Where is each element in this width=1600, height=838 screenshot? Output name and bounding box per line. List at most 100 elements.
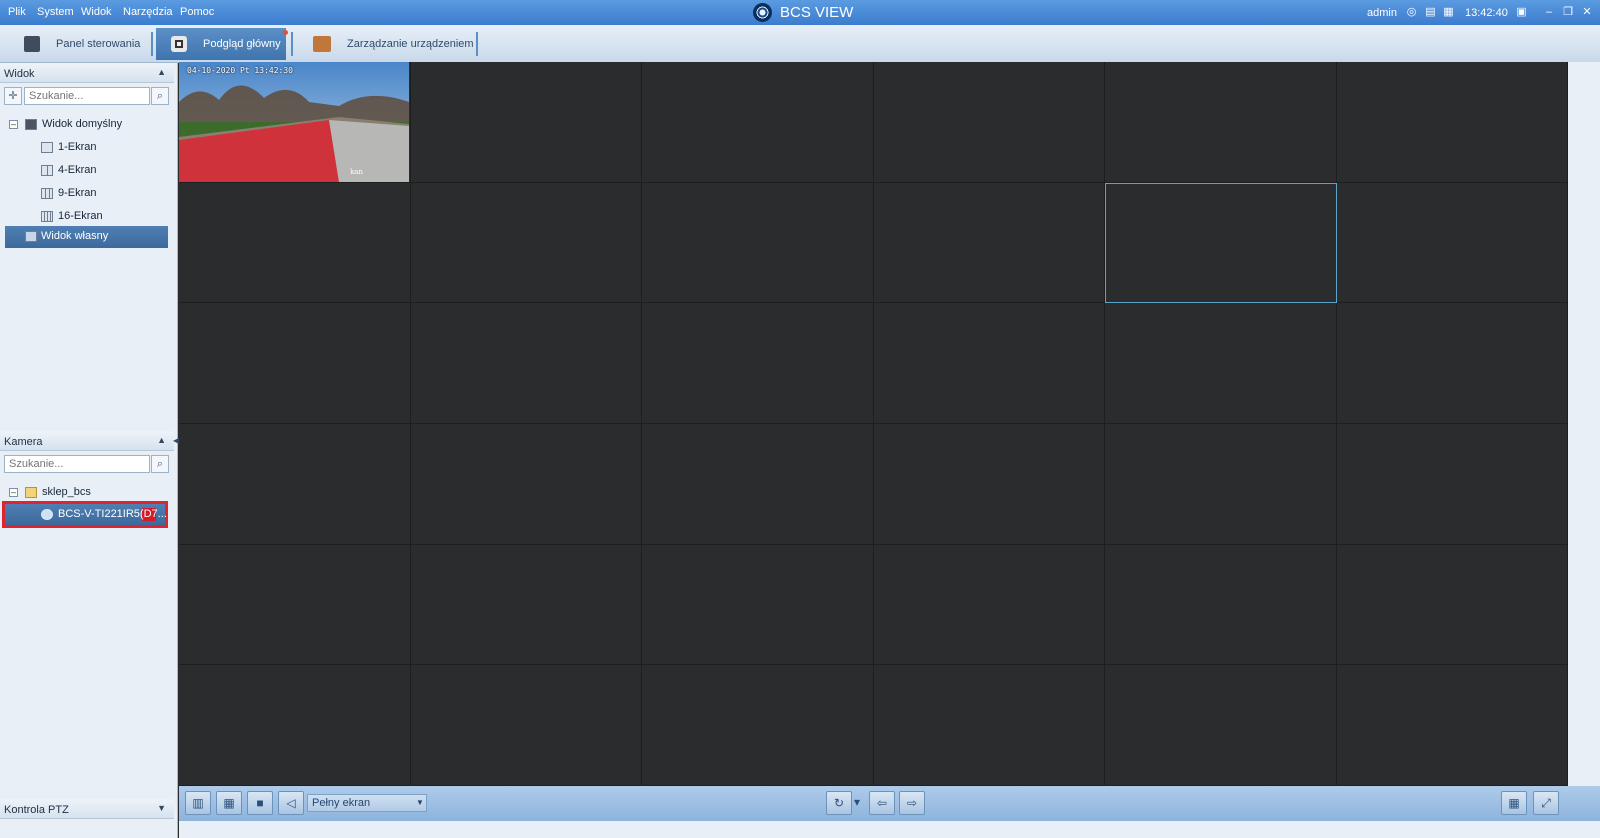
chevron-up-icon[interactable]: ▲ [157, 435, 166, 445]
video-cell[interactable] [1336, 544, 1568, 666]
video-cell[interactable] [410, 182, 642, 304]
layout-1-icon [41, 142, 53, 153]
camera-icon [171, 36, 187, 52]
video-cell[interactable] [1336, 182, 1568, 304]
view-section-header[interactable]: Widok ▲ [0, 63, 174, 83]
video-cell[interactable] [179, 182, 411, 304]
video-cell[interactable] [642, 424, 874, 545]
network-icon[interactable]: ▦ [1442, 6, 1455, 18]
ptz-section-header[interactable]: Kontrola PTZ ▼ [0, 799, 174, 819]
search-icon[interactable]: ⌕ [151, 87, 169, 105]
layout-9-icon [41, 188, 53, 199]
video-cell[interactable] [873, 665, 1105, 786]
tree-item-1-screen[interactable]: 1-Ekran [4, 137, 172, 159]
video-cell[interactable] [1336, 424, 1568, 545]
video-cell[interactable] [410, 62, 642, 183]
restore-button[interactable]: ❐ [1560, 4, 1576, 20]
view-folder-icon [25, 119, 37, 130]
video-cell[interactable] [1336, 303, 1568, 424]
menu-tools[interactable]: Narzędzia [123, 6, 173, 18]
stop-all-icon[interactable]: ■ [247, 791, 273, 815]
video-cell[interactable] [873, 62, 1105, 183]
view-section-title: Widok [4, 68, 35, 80]
chevron-up-icon[interactable]: ▲ [157, 67, 166, 77]
video-cell[interactable] [179, 303, 411, 424]
tab-device-management[interactable]: Zarządzanie urządzeniem [310, 28, 475, 60]
tree-item-camera[interactable]: BCS-V-TI221IR5(D7... [4, 504, 172, 526]
video-cell[interactable] [642, 665, 874, 786]
right-side-strip [1568, 62, 1600, 786]
video-cell[interactable] [1105, 665, 1337, 786]
add-view-button[interactable]: ✛ [4, 87, 22, 105]
video-cell[interactable] [410, 424, 642, 545]
video-cell[interactable] [179, 544, 411, 666]
camera-feed-image[interactable]: 04-10-2020 Pt 13:42:30 kan [179, 62, 409, 182]
video-cell[interactable] [1105, 62, 1337, 183]
camera-search-input[interactable] [4, 455, 150, 473]
video-cell[interactable] [873, 182, 1105, 304]
video-cell[interactable] [1336, 665, 1568, 786]
tree-item-default-view[interactable]: – Widok domyślny [4, 114, 172, 136]
video-cell[interactable] [179, 424, 411, 545]
video-cell[interactable] [410, 544, 642, 666]
menu-help[interactable]: Pomoc [180, 6, 214, 18]
minimize-button[interactable]: – [1541, 4, 1557, 20]
video-cell[interactable] [1336, 62, 1568, 183]
ptz-section-title: Kontrola PTZ [4, 804, 69, 816]
chevron-down-icon[interactable]: ▼ [157, 803, 166, 813]
fullscreen-icon[interactable]: ⤢ [1533, 791, 1559, 815]
video-cell[interactable] [410, 303, 642, 424]
video-cell[interactable] [1105, 303, 1337, 424]
tree-item-4-screen[interactable]: 4-Ekran [4, 160, 172, 182]
lock-icon[interactable]: ▣ [1515, 6, 1528, 18]
video-cell[interactable] [1105, 182, 1337, 304]
camera-section-header[interactable]: Kamera ▲ [0, 431, 174, 451]
tab-control-panel[interactable]: Panel sterowania [20, 28, 150, 60]
video-cell[interactable] [873, 544, 1105, 666]
bottom-strip [179, 821, 1600, 838]
volume-icon[interactable]: ◁ [278, 791, 304, 815]
layout-icon[interactable]: ▦ [216, 791, 242, 815]
menu-view[interactable]: Widok [81, 6, 112, 18]
globe-icon[interactable]: ◎ [1405, 6, 1418, 18]
cycle-icon[interactable]: ↻ [826, 791, 852, 815]
video-cell[interactable]: 04-10-2020 Pt 13:42:30 kan [179, 62, 411, 183]
monitor-icon[interactable]: ▤ [1424, 6, 1437, 18]
video-cell[interactable] [873, 424, 1105, 545]
collapse-icon[interactable]: – [9, 120, 18, 129]
menu-system[interactable]: System [37, 6, 74, 18]
video-cell[interactable] [642, 303, 874, 424]
user-name[interactable]: admin [1367, 7, 1397, 19]
video-cell[interactable] [873, 303, 1105, 424]
tab-divider [151, 32, 153, 56]
grid-layout-icon[interactable]: ▦ [1501, 791, 1527, 815]
tree-item-9-screen[interactable]: 9-Ekran [4, 183, 172, 205]
search-icon[interactable]: ⌕ [151, 455, 169, 473]
view-search-input[interactable] [24, 87, 150, 105]
close-button[interactable]: ✕ [1579, 4, 1595, 20]
device-icon [313, 36, 331, 52]
dropdown-arrow-icon[interactable]: ▼ [414, 795, 426, 811]
video-cell[interactable] [410, 665, 642, 786]
tab-divider [476, 32, 478, 56]
tab-label: Podgląd główny [203, 38, 281, 50]
tab-main-preview[interactable]: Podgląd główny [156, 28, 286, 60]
menu-file[interactable]: Plik [8, 6, 26, 18]
fullscreen-dropdown[interactable]: Pełny ekran ▼ [307, 794, 427, 812]
video-cell[interactable] [1105, 544, 1337, 666]
collapse-icon[interactable]: – [9, 488, 18, 497]
video-cell[interactable] [179, 665, 411, 786]
video-cell[interactable] [642, 544, 874, 666]
tab-label: Zarządzanie urządzeniem [347, 38, 474, 50]
video-cell[interactable] [642, 182, 874, 304]
tree-item-16-screen[interactable]: 16-Ekran [4, 206, 172, 228]
next-page-icon[interactable]: ⇨ [899, 791, 925, 815]
cycle-dropdown-icon[interactable]: ▾ [851, 791, 863, 815]
video-cell[interactable] [642, 62, 874, 183]
video-cell[interactable] [1105, 424, 1337, 545]
snapshot-icon[interactable]: ▥ [185, 791, 211, 815]
tab-divider [291, 32, 293, 56]
previous-page-icon[interactable]: ⇦ [869, 791, 895, 815]
tree-item-custom-view[interactable]: Widok własny [5, 226, 168, 248]
video-grid[interactable]: 04-10-2020 Pt 13:42:30 kan [179, 62, 1568, 786]
